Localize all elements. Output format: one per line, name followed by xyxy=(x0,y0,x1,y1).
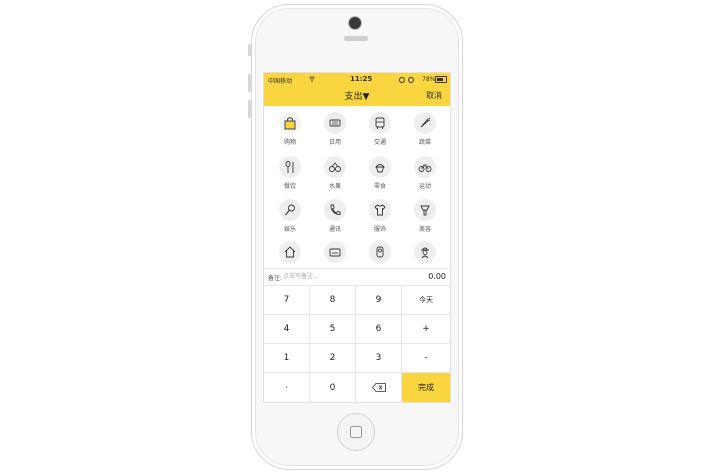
category-circle xyxy=(324,156,346,178)
home-button-square xyxy=(350,426,362,438)
dining-icon xyxy=(285,161,294,173)
key-4[interactable]: 4 xyxy=(264,315,310,344)
category-circle xyxy=(279,112,301,134)
phone-icon xyxy=(330,204,341,215)
note-row: 备注: 0.00 xyxy=(264,268,450,286)
key-backspace[interactable] xyxy=(356,373,402,402)
app-screen: 中国移动 11:25 78% 支出▼ 取消 购物 日用 交通 蔬菜 餐饮 水果 … xyxy=(263,72,451,403)
key-0[interactable]: 0 xyxy=(310,373,356,402)
category-circle xyxy=(369,112,391,134)
key-1[interactable]: 1 xyxy=(264,344,310,373)
wifi-icon xyxy=(308,76,316,82)
front-camera xyxy=(348,16,362,30)
microphone-icon xyxy=(285,204,295,216)
fruit-icon xyxy=(329,162,341,172)
category-item-dining[interactable]: 餐饮 xyxy=(270,156,310,198)
category-item-vegetable[interactable]: 蔬菜 xyxy=(405,112,445,154)
key-3[interactable]: 3 xyxy=(356,344,402,373)
category-item-snack[interactable]: 零食 xyxy=(360,156,400,198)
category-circle xyxy=(369,241,391,263)
category-item-shopping[interactable]: 购物 xyxy=(270,112,310,154)
alarm-icon xyxy=(408,77,414,83)
category-label: 日用 xyxy=(328,139,341,146)
category-item-entertainment[interactable]: 娱乐 xyxy=(270,199,310,241)
type-selector[interactable]: 支出▼ xyxy=(334,89,380,102)
category-label: 蔬菜 xyxy=(418,139,431,146)
status-time: 11:25 xyxy=(350,75,373,83)
house-icon xyxy=(284,246,296,258)
shopping-bag-icon xyxy=(284,117,296,130)
category-circle xyxy=(414,199,436,221)
category-label: 通讯 xyxy=(328,226,341,233)
category-item-fruit[interactable]: 水果 xyxy=(315,156,355,198)
sofa-icon xyxy=(329,248,341,257)
category-circle xyxy=(279,241,301,263)
amount-display: 0.00 xyxy=(428,272,446,281)
category-label: 娱乐 xyxy=(283,226,296,233)
category-label: 餐饮 xyxy=(283,183,296,190)
key-minus[interactable]: - xyxy=(402,344,450,373)
carrier-label: 中国移动 xyxy=(268,78,293,85)
category-circle xyxy=(414,156,436,178)
category-circle xyxy=(279,199,301,221)
bicycle-icon xyxy=(418,164,432,172)
baby-icon xyxy=(376,246,384,258)
vegetable-icon xyxy=(420,117,431,128)
key-7[interactable]: 7 xyxy=(264,286,310,315)
keypad: 7 8 9 今天 4 5 6 + 1 2 3 - · 0 完成 xyxy=(264,286,450,402)
category-circle xyxy=(414,241,436,263)
key-8[interactable]: 8 xyxy=(310,286,356,315)
key-plus[interactable]: + xyxy=(402,315,450,344)
elder-icon xyxy=(421,247,429,259)
category-label: 服饰 xyxy=(373,226,386,233)
key-today[interactable]: 今天 xyxy=(402,286,450,315)
category-circle xyxy=(414,112,436,134)
key-5[interactable]: 5 xyxy=(310,315,356,344)
category-item-transport[interactable]: 交通 xyxy=(360,112,400,154)
earpiece-speaker xyxy=(344,36,368,41)
status-bar: 中国移动 11:25 78% xyxy=(264,73,450,85)
category-label: 运动 xyxy=(418,183,431,190)
category-label: 美容 xyxy=(418,226,431,233)
category-circle xyxy=(369,156,391,178)
daily-goods-icon xyxy=(329,119,341,127)
category-item-sport[interactable]: 运动 xyxy=(405,156,445,198)
category-circle xyxy=(324,199,346,221)
category-label: 零食 xyxy=(373,183,386,190)
key-2[interactable]: 2 xyxy=(310,344,356,373)
category-item-telecom[interactable]: 通讯 xyxy=(315,199,355,241)
category-circle xyxy=(324,241,346,263)
key-6[interactable]: 6 xyxy=(356,315,402,344)
phone-side-button xyxy=(248,44,251,56)
beauty-icon xyxy=(420,205,430,216)
category-label: 交通 xyxy=(373,139,386,146)
bus-icon xyxy=(375,117,385,129)
shirt-icon xyxy=(374,204,386,216)
key-9[interactable]: 9 xyxy=(356,286,402,315)
category-circle xyxy=(369,199,391,221)
cancel-button[interactable]: 取消 xyxy=(426,90,442,101)
phone-volume-up xyxy=(248,74,251,92)
category-circle xyxy=(279,156,301,178)
battery-percent: 78% xyxy=(422,76,436,83)
header-bar: 中国移动 11:25 78% 支出▼ 取消 xyxy=(264,73,450,106)
category-item-beauty[interactable]: 美容 xyxy=(405,199,445,241)
note-label: 备注: xyxy=(268,275,283,282)
category-item-daily[interactable]: 日用 xyxy=(315,112,355,154)
battery-icon xyxy=(435,76,447,83)
location-icon xyxy=(399,77,405,83)
home-button[interactable] xyxy=(337,413,375,451)
done-button[interactable]: 完成 xyxy=(402,373,450,402)
snack-icon xyxy=(375,164,385,173)
phone-volume-down xyxy=(248,100,251,118)
note-input[interactable] xyxy=(283,271,403,282)
backspace-icon xyxy=(371,383,386,392)
category-label: 水果 xyxy=(328,183,341,190)
key-dot[interactable]: · xyxy=(264,373,310,402)
category-circle xyxy=(324,112,346,134)
category-item-clothing[interactable]: 服饰 xyxy=(360,199,400,241)
category-label: 购物 xyxy=(283,139,296,146)
